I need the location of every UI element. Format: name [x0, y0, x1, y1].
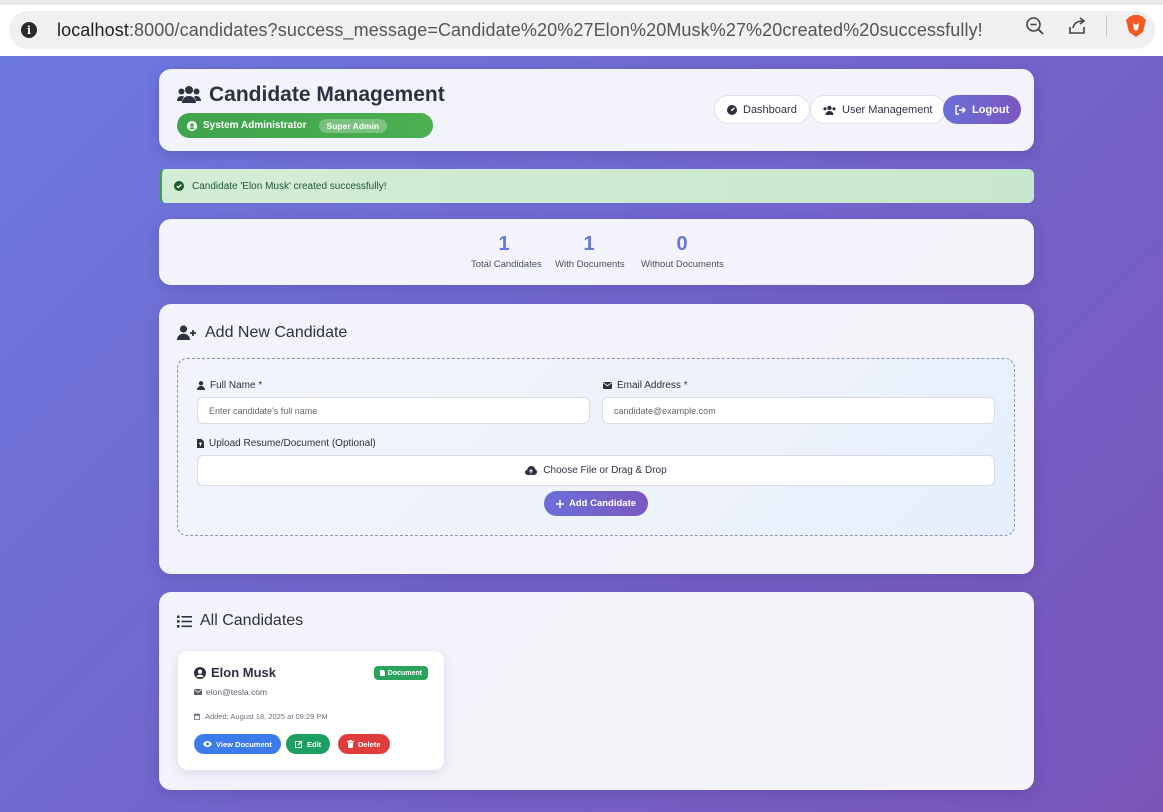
brave-lion-icon[interactable] [1123, 13, 1149, 39]
page-background: Candidate Management System Administrato… [0, 56, 1163, 812]
user-plus-icon [177, 325, 197, 341]
page-title: Candidate Management [177, 83, 445, 107]
calendar-icon [194, 713, 200, 720]
dashboard-icon [727, 104, 737, 115]
add-candidate-card: Add New Candidate Full Name * Email Addr… [159, 304, 1034, 574]
stats-card: 1 Total Candidates 1 With Documents 0 Wi… [159, 219, 1034, 285]
edit-button[interactable]: Edit [286, 734, 331, 754]
stat-value: 0 [676, 233, 688, 255]
url-text[interactable]: localhost:8000/candidates?success_messag… [57, 20, 983, 41]
envelope-icon [194, 689, 202, 695]
header-card: Candidate Management System Administrato… [159, 69, 1034, 151]
candidate-email: elon@tesla.com [194, 687, 267, 697]
check-circle-icon [174, 181, 184, 191]
file-icon [379, 670, 385, 676]
sign-out-icon [955, 104, 966, 115]
candidate-name: Elon Musk [194, 665, 276, 680]
add-candidate-button[interactable]: Add Candidate [544, 491, 648, 516]
role-badge: Super Admin [318, 118, 388, 133]
info-icon[interactable]: i [21, 22, 37, 38]
eye-icon [203, 741, 212, 747]
full-name-label: Full Name * [197, 380, 262, 391]
email-input[interactable] [602, 397, 995, 424]
zoom-out-icon[interactable] [1022, 13, 1048, 39]
address-bar[interactable]: i localhost:8000/candidates?success_mess… [9, 11, 1155, 49]
users-icon [177, 85, 201, 105]
success-alert: Candidate 'Elon Musk' created successful… [159, 169, 1034, 203]
file-upload-button[interactable]: Choose File or Drag & Drop [197, 455, 995, 486]
envelope-icon [603, 382, 612, 389]
stat-value: 1 [583, 233, 595, 255]
plus-icon [555, 499, 564, 508]
alert-message: Candidate 'Elon Musk' created successful… [192, 180, 387, 192]
document-badge: Document [373, 666, 428, 680]
cloud-upload-icon [525, 466, 538, 475]
browser-chrome: i localhost:8000/candidates?success_mess… [0, 0, 1163, 56]
stat-label: Without Documents [641, 259, 724, 270]
stat-label: Total Candidates [471, 259, 542, 270]
add-candidate-heading: Add New Candidate [177, 324, 347, 342]
page-title-text: Candidate Management [209, 83, 445, 106]
add-candidate-button-label: Add Candidate [568, 498, 637, 509]
logout-button[interactable]: Logout [943, 95, 1022, 124]
stat-without-documents: 0 Without Documents [641, 233, 724, 270]
dashboard-button[interactable]: Dashboard [714, 95, 810, 124]
stat-label: With Documents [555, 259, 625, 270]
upload-button-label: Choose File or Drag & Drop [543, 465, 667, 476]
candidate-card: Elon Musk Document elon@tesla.com Added:… [178, 651, 444, 770]
user-icon [197, 381, 205, 390]
add-candidate-form: Full Name * Email Address * Upload Resum… [177, 358, 1015, 536]
full-name-input[interactable] [197, 397, 590, 424]
file-upload-icon [197, 439, 204, 448]
browser-actions [1022, 13, 1149, 39]
user-management-label: User Management [842, 103, 933, 116]
upload-label: Upload Resume/Document (Optional) [197, 438, 376, 449]
view-document-button[interactable]: View Document [194, 734, 281, 754]
users-cog-icon [823, 105, 836, 115]
share-icon[interactable] [1064, 13, 1090, 39]
edit-icon [295, 740, 303, 748]
all-candidates-heading: All Candidates [177, 612, 303, 630]
stat-total-candidates: 1 Total Candidates [471, 233, 542, 270]
all-candidates-card: All Candidates Elon Musk Document elon@t… [159, 592, 1034, 790]
add-candidate-title: Add New Candidate [205, 324, 348, 341]
stat-with-documents: 1 With Documents [555, 233, 625, 270]
user-circle-icon [187, 120, 197, 131]
delete-button[interactable]: Delete [338, 734, 390, 754]
role-label: System Administrator [203, 120, 307, 131]
candidate-added-date: Added: August 18, 2025 at 09:29 PM [194, 712, 328, 721]
dashboard-label: Dashboard [743, 103, 797, 116]
list-icon [177, 615, 192, 628]
logout-label: Logout [972, 103, 1010, 116]
email-label: Email Address * [603, 380, 688, 391]
all-candidates-title: All Candidates [200, 612, 304, 629]
toolbar-separator [1106, 15, 1107, 37]
role-indicator: System Administrator Super Admin [177, 113, 433, 138]
user-circle-icon [194, 666, 206, 679]
user-management-button[interactable]: User Management [810, 95, 946, 124]
stat-value: 1 [498, 233, 510, 255]
trash-icon [347, 740, 354, 748]
